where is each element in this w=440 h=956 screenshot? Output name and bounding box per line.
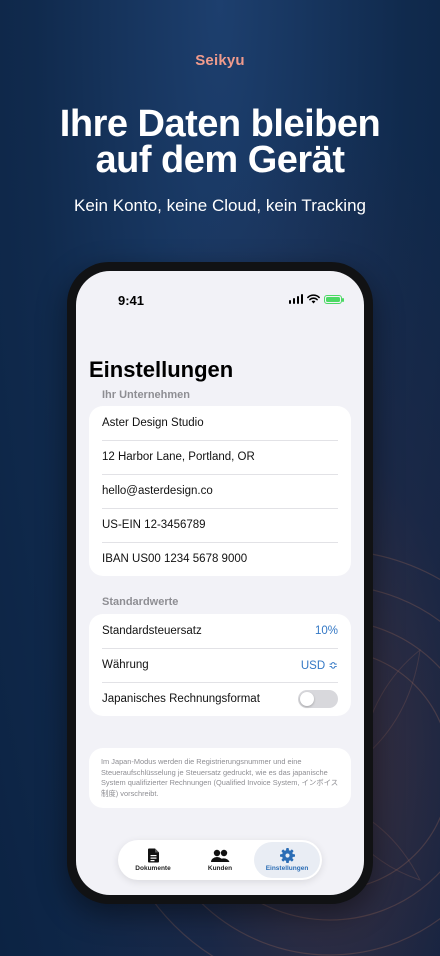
company-tax-id-field[interactable]: US-EIN 12-3456789 [89,508,351,542]
headline: Ihre Daten bleiben auf dem Gerät [0,103,440,181]
japan-format-toggle[interactable] [298,690,338,708]
company-card: Aster Design Studio 12 Harbor Lane, Port… [89,406,351,576]
battery-icon [324,294,344,304]
headline-line-1: Ihre Daten bleiben [59,103,381,145]
company-name-field[interactable]: Aster Design Studio [89,406,351,440]
company-email-field[interactable]: hello@asterdesign.co [89,474,351,508]
tab-documents-label: Dokumente [135,865,171,872]
wifi-icon [307,294,320,304]
document-icon [147,848,159,863]
headline-line-2: auf dem Gerät [95,139,345,181]
signal-icon [288,294,303,304]
tab-customers[interactable]: Kunden [187,842,253,878]
phone-screen: 9:41 Einstellungen Ihr Unternehmen Aster… [76,271,364,895]
company-iban-field[interactable]: IBAN US00 1234 5678 9000 [89,542,351,576]
tab-customers-label: Kunden [207,864,233,872]
section-label-company: Ihr Unternehmen [102,389,191,401]
subline: Kein Konto, keine Cloud, kein Tracking [73,196,366,215]
defaults-card: Standardsteuersatz 10% Währung USD ≎ Jap… [89,614,351,716]
people-icon [211,849,230,862]
japan-mode-note: Im Japan-Modus werden die Registrierungs… [89,748,351,808]
phone-frame: 9:41 Einstellungen Ihr Unternehmen Aster… [67,262,373,904]
japan-format-row: Japanisches Rechnungsformat [89,682,351,716]
japan-format-label: Japanisches Rechnungsformat [102,693,260,705]
tab-documents[interactable]: Dokumente [120,842,186,878]
tax-rate-label: Standardsteuersatz [102,625,202,637]
tab-settings-label: Einstellungen [265,865,309,872]
tax-rate-value[interactable]: 10% [315,625,338,637]
currency-label: Währung [102,659,149,671]
gear-icon [279,848,295,863]
tab-bar: Dokumente Kunden Einstellungen [118,840,322,880]
currency-row[interactable]: Währung USD ≎ [89,648,351,682]
tab-settings[interactable]: Einstellungen [254,842,320,878]
currency-select[interactable]: USD ≎ [301,658,338,672]
company-address-field[interactable]: 12 Harbor Lane, Portland, OR [89,440,351,474]
status-icons [288,294,344,304]
tax-rate-row[interactable]: Standardsteuersatz 10% [89,614,351,648]
section-label-defaults: Standardwerte [102,596,179,608]
page-title: Einstellungen [89,357,234,382]
brand-name: Seikyu [195,52,245,69]
status-time: 9:41 [118,293,145,308]
